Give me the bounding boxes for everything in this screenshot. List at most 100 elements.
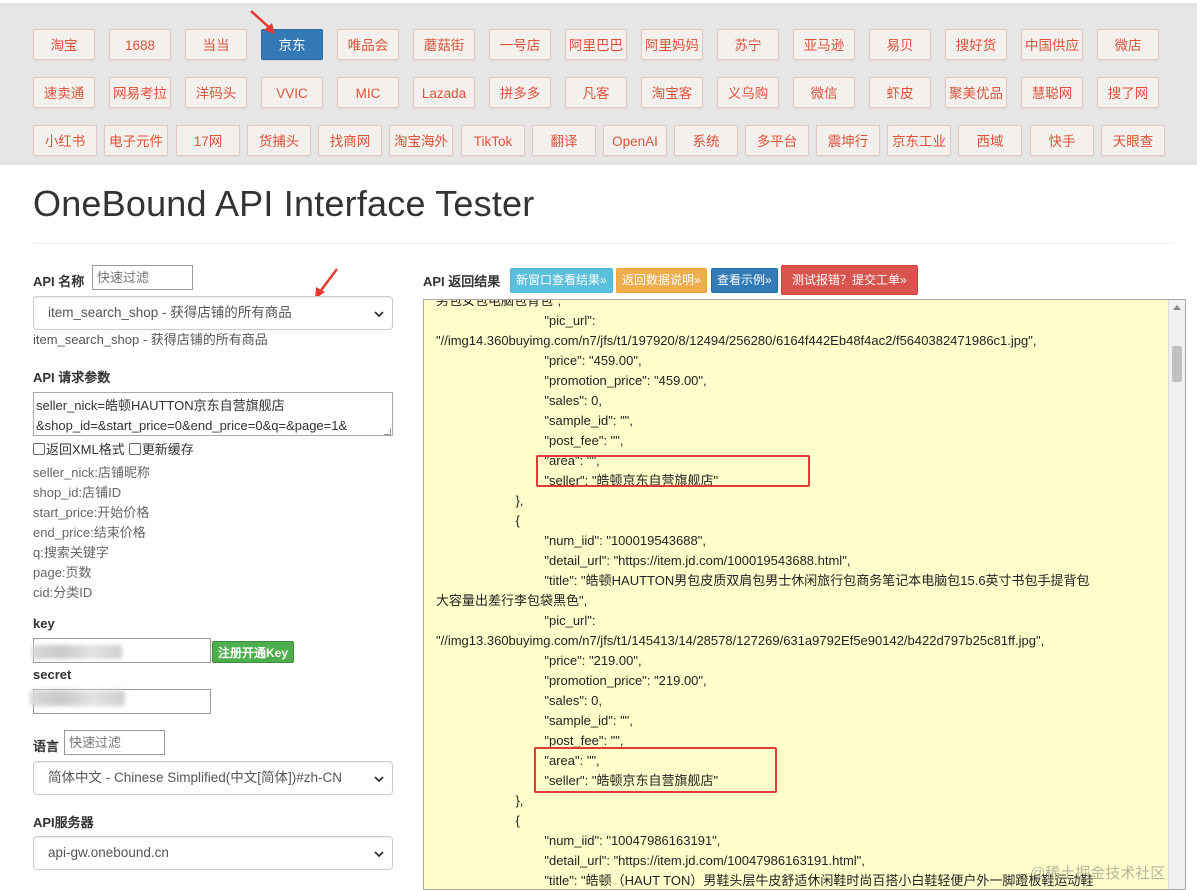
platform-tab[interactable]: 搜好货 <box>945 29 1007 60</box>
xml-checkbox[interactable] <box>33 442 45 455</box>
platform-tab[interactable]: 当当 <box>185 29 247 60</box>
result-line: "detail_url": "https://item.jd.com/10001… <box>436 553 851 568</box>
register-key-button[interactable]: 注册开通Key <box>212 641 295 663</box>
result-line: 大容量出差行李包袋黑色", <box>436 593 588 608</box>
result-line: "promotion_price": "459.00", <box>436 373 707 388</box>
server-select[interactable]: api-gw.onebound.cn <box>33 836 393 870</box>
title-divider <box>33 243 1173 244</box>
options-row: 返回XML格式 更新缓存 <box>33 439 194 458</box>
result-line: "title": "皓顿HAUTTON男包皮质双肩包男士休闲旅行包商务笔记本电脑… <box>436 573 1090 588</box>
data-description-button[interactable]: 返回数据说明» <box>616 268 707 293</box>
scroll-thumb[interactable] <box>1172 346 1182 382</box>
platform-tab[interactable]: 蘑菇街 <box>413 29 475 60</box>
platform-tab[interactable]: 一号店 <box>489 29 551 60</box>
new-window-button[interactable]: 新窗口查看结果» <box>510 268 613 293</box>
platform-tab[interactable]: VVIC <box>261 77 323 108</box>
secret-redacted <box>30 690 125 706</box>
platform-tab[interactable]: 淘宝 <box>33 29 95 60</box>
server-label: API服务器 <box>33 815 94 830</box>
platform-tab[interactable]: 微店 <box>1097 29 1159 60</box>
scroll-up-icon[interactable] <box>1173 305 1181 310</box>
param-help-item: q:搜索关键字 <box>33 545 109 560</box>
platform-tab[interactable]: Lazada <box>413 77 475 108</box>
platform-tab[interactable]: 网易考拉 <box>109 77 171 108</box>
result-line: "promotion_price": "219.00", <box>436 673 707 688</box>
platform-tab[interactable]: 凡客 <box>565 77 627 108</box>
result-line: "sales": 0, <box>436 693 602 708</box>
key-label: key <box>33 616 55 631</box>
result-line: "//img14.360buyimg.com/n7/jfs/t1/197920/… <box>436 333 1037 348</box>
platform-tab[interactable]: 1688 <box>109 29 171 60</box>
platform-tab[interactable]: 拼多多 <box>489 77 551 108</box>
platform-row: 小红书 电子元件 17网 货捕头 找商网 淘宝海外 TikTok 翻译 OpenAI 系统 多平台震… <box>33 125 1173 159</box>
platform-tab[interactable]: 找商网 <box>318 125 382 156</box>
platform-tab[interactable]: 慧聪网 <box>1021 77 1083 108</box>
api-filter-input[interactable] <box>92 265 193 290</box>
param-help-item: start_price:开始价格 <box>33 505 150 520</box>
platform-tab[interactable]: 电子元件 <box>104 125 168 156</box>
platform-tab[interactable]: 搜了网 <box>1097 77 1159 108</box>
platform-tab[interactable]: 洋码头 <box>185 77 247 108</box>
result-line: "sales": 0, <box>436 393 602 408</box>
platform-tab[interactable]: 阿里巴巴 <box>565 29 627 60</box>
platform-tab[interactable]: 中国供应 <box>1021 29 1083 60</box>
language-filter-input[interactable] <box>64 730 165 755</box>
result-json: 男包女包电脑包背包", "pic_url": "//img14.360buyimg… <box>436 300 1166 889</box>
platform-tab[interactable]: 多平台 <box>745 125 809 156</box>
result-line: "seller": "皓顿京东自营旗舰店" <box>436 473 719 488</box>
platform-tab[interactable]: 京东 <box>261 29 323 60</box>
api-select-value: item_search_shop - 获得店铺的所有商品 <box>48 305 292 320</box>
param-help-item: seller_nick:店铺昵称 <box>33 465 151 480</box>
watermark: @稀土掘金技术社区 <box>1030 865 1166 882</box>
server-select-value: api-gw.onebound.cn <box>48 845 169 860</box>
platform-tab[interactable]: 聚美优品 <box>945 77 1007 108</box>
result-line: "post_fee": "", <box>436 733 624 748</box>
report-error-button[interactable]: 测试报错？提交工单» <box>781 265 918 295</box>
platform-tab[interactable]: 快手 <box>1030 125 1094 156</box>
result-line: "post_fee": "", <box>436 433 624 448</box>
platform-tab[interactable]: 翻译 <box>532 125 596 156</box>
language-select[interactable]: 简体中文 - Chinese Simplified(中文[简体])#zh-CN <box>33 761 393 795</box>
platform-tab[interactable]: 虾皮 <box>869 77 931 108</box>
platform-tab[interactable]: 亚马逊 <box>793 29 855 60</box>
platform-tab[interactable]: 17网 <box>176 125 240 156</box>
platform-tab[interactable]: 小红书 <box>33 125 97 156</box>
examples-button[interactable]: 查看示例» <box>711 268 778 293</box>
result-line: "price": "219.00", <box>436 653 642 668</box>
api-select[interactable]: item_search_shop - 获得店铺的所有商品 <box>33 296 393 330</box>
result-line: }, <box>436 793 524 808</box>
platform-tab[interactable]: TikTok <box>461 125 525 156</box>
api-description: item_search_shop - 获得店铺的所有商品 <box>33 332 268 347</box>
cache-checkbox[interactable] <box>128 442 141 455</box>
result-line: "sample_id": "", <box>436 713 633 728</box>
chevron-down-icon <box>374 776 384 783</box>
result-line: "seller": "皓顿京东自营旗舰店" <box>436 773 719 788</box>
result-scrollbar[interactable] <box>1168 300 1185 889</box>
platform-tab[interactable]: 微信 <box>793 77 855 108</box>
platform-tab[interactable]: 义乌购 <box>717 77 779 108</box>
result-output[interactable]: 男包女包电脑包背包", "pic_url": "//img14.360buyimg… <box>423 299 1186 890</box>
platform-tab[interactable]: 易贝 <box>869 29 931 60</box>
platform-tab[interactable]: 系统 <box>674 125 738 156</box>
platform-tab[interactable]: 速卖通 <box>33 77 95 108</box>
params-textarea[interactable]: seller_nick=皓顿HAUTTON京东自营旗舰店 &shop_id=&s… <box>33 392 393 436</box>
platform-tab[interactable]: 淘宝海外 <box>389 125 453 156</box>
platform-row: 淘宝 1688 当当 京东 唯品会 蘑菇街 一号店 阿里巴巴 阿里妈妈 苏宁 亚马逊 易贝 搜好货 中国供… <box>33 29 1173 63</box>
platform-tab[interactable]: 震坤行 <box>816 125 880 156</box>
platform-tab[interactable]: 阿里妈妈 <box>641 29 703 60</box>
result-line: "price": "459.00", <box>436 353 642 368</box>
platform-tab[interactable]: 京东工业 <box>887 125 951 156</box>
platform-tab[interactable]: 天眼查 <box>1101 125 1165 156</box>
platform-row: 速卖通 网易考拉 洋码头 VVIC MIC Lazada 拼多多 凡客 淘宝客 义乌购 微信 虾皮 聚美… <box>33 77 1173 111</box>
platform-tab[interactable]: OpenAI <box>603 125 667 156</box>
params-resize-handle-icon[interactable] <box>384 428 391 435</box>
platform-tab[interactable]: 唯品会 <box>337 29 399 60</box>
platform-tab[interactable]: 苏宁 <box>717 29 779 60</box>
result-line: "pic_url": <box>436 313 596 328</box>
result-label: API 返回结果 <box>423 274 501 289</box>
platform-tab[interactable]: 淘宝客 <box>641 77 703 108</box>
platform-tab[interactable]: 货捕头 <box>247 125 311 156</box>
secret-label: secret <box>33 667 72 682</box>
platform-tab[interactable]: 西域 <box>958 125 1022 156</box>
platform-tab[interactable]: MIC <box>337 77 399 108</box>
